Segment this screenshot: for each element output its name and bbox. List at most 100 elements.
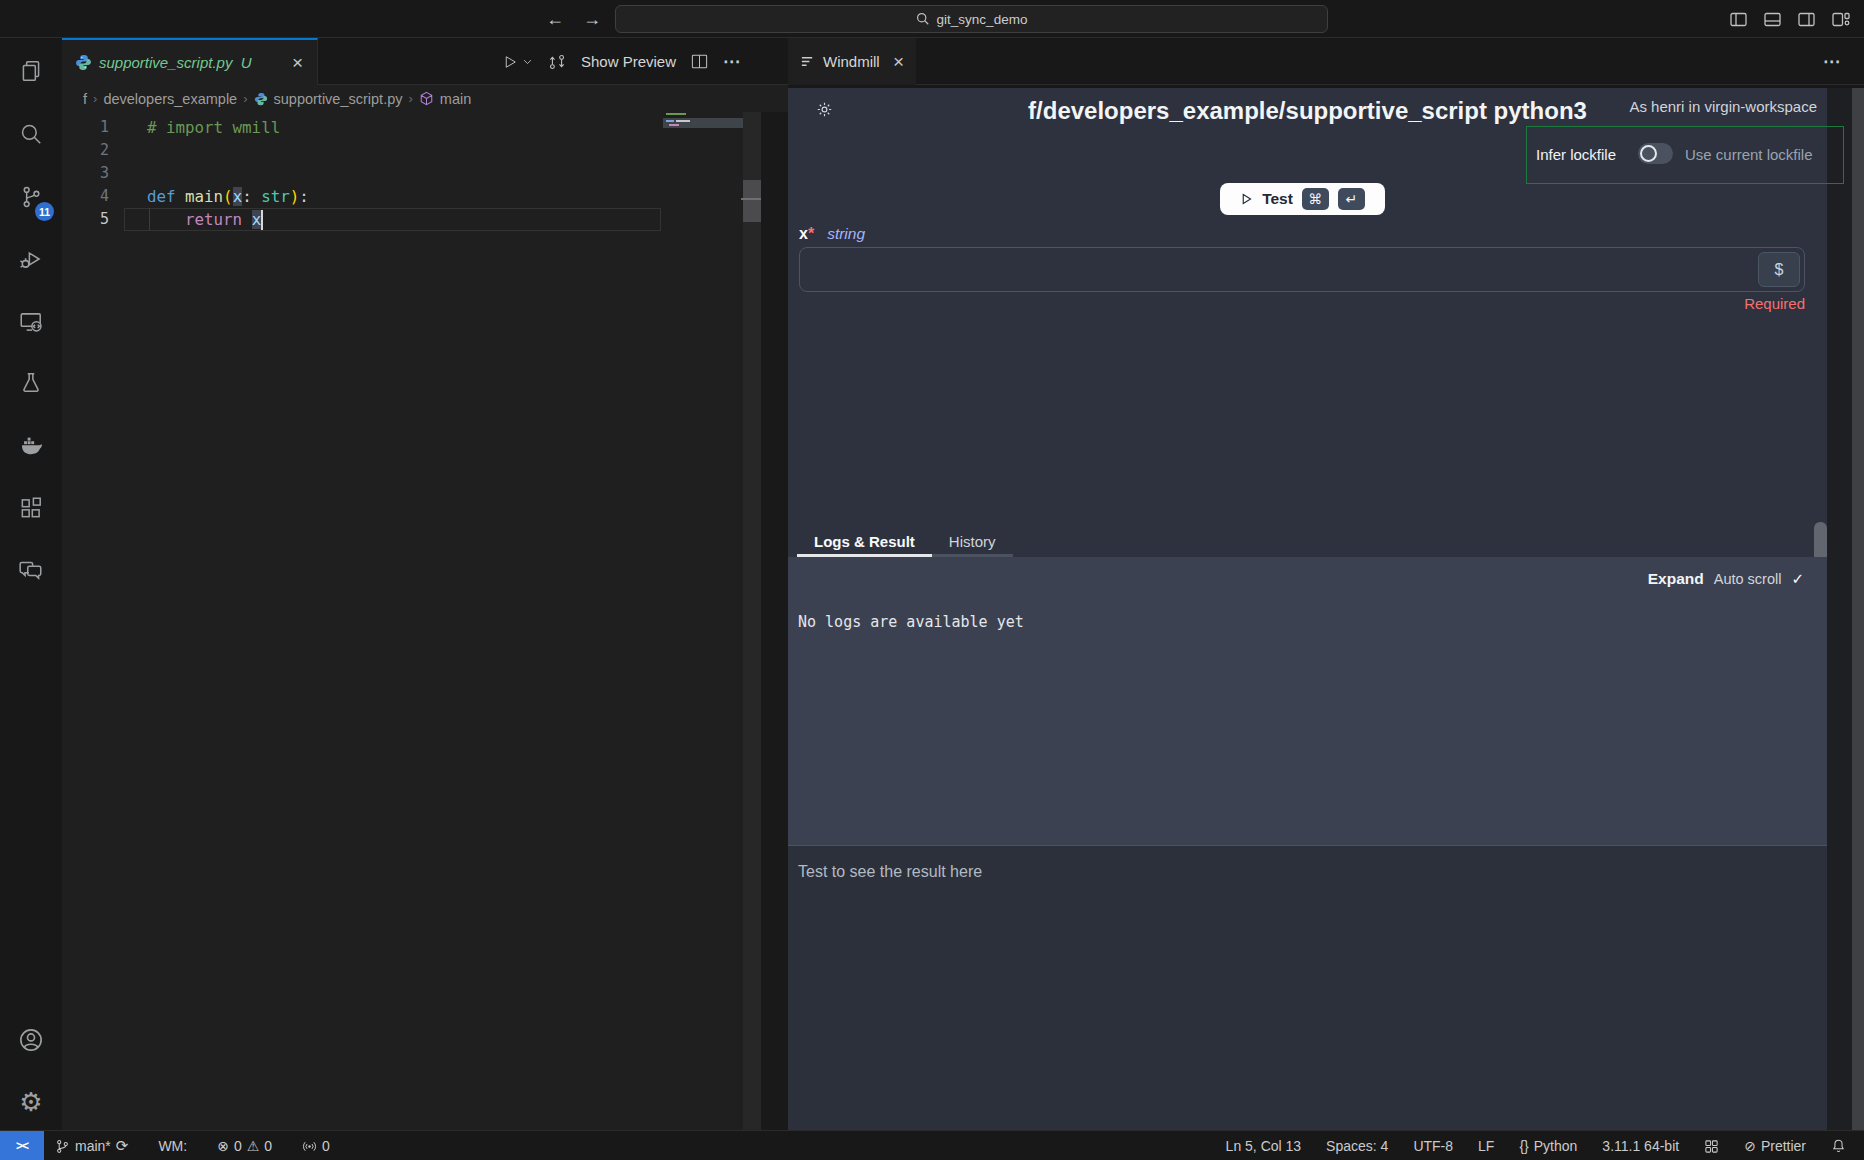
- breadcrumb-symbol[interactable]: main: [440, 91, 471, 107]
- wm-item[interactable]: WM:: [158, 1138, 187, 1154]
- run-python-button[interactable]: [501, 53, 533, 71]
- tab-close-icon[interactable]: ×: [893, 52, 904, 71]
- toggle-secondary-sidebar-icon[interactable]: [1798, 12, 1815, 27]
- line-number: 1: [62, 116, 109, 139]
- show-preview-button[interactable]: Show Preview: [581, 53, 676, 70]
- toggle-knob: [1640, 145, 1657, 162]
- nav-forward-button[interactable]: →: [583, 0, 601, 38]
- language-item[interactable]: {}Python: [1519, 1138, 1577, 1154]
- python-version-item[interactable]: 3.11.1 64-bit: [1602, 1138, 1679, 1154]
- chevron-down-icon: [522, 56, 533, 67]
- windmill-webview: f/developers_example/supportive_script p…: [788, 88, 1864, 1130]
- tab-filename: supportive_script.py: [99, 54, 232, 71]
- run-debug-icon[interactable]: [0, 233, 62, 285]
- broadcast-icon: [302, 1139, 317, 1153]
- tab-bar: supportive_script.py U × Show Preview ⋯: [62, 38, 788, 85]
- search-icon[interactable]: [0, 108, 62, 160]
- editor-scrollbar-slider[interactable]: [743, 180, 761, 222]
- test-button[interactable]: Test ⌘ ↵: [1220, 183, 1385, 215]
- breadcrumb: f › developers_example › supportive_scri…: [62, 85, 788, 112]
- breadcrumb-root[interactable]: f: [83, 91, 87, 107]
- source-control-badge: 11: [35, 202, 54, 221]
- search-icon: [916, 12, 930, 26]
- auto-scroll-label[interactable]: Auto scroll: [1714, 571, 1782, 587]
- docker-icon[interactable]: [0, 420, 62, 472]
- explorer-icon[interactable]: [0, 45, 62, 97]
- problems-item[interactable]: ⊗ 0 ⚠ 0: [217, 1138, 272, 1154]
- enter-key-icon: ↵: [1338, 188, 1365, 210]
- testing-icon[interactable]: [0, 357, 62, 409]
- open-changes-icon[interactable]: [547, 52, 567, 72]
- insert-variable-button[interactable]: $: [1758, 252, 1800, 287]
- remote-indicator[interactable]: ><: [0, 1131, 44, 1160]
- tab-supportive-script[interactable]: supportive_script.py U ×: [62, 38, 318, 85]
- editor-group-code: supportive_script.py U × Show Preview ⋯ …: [62, 38, 788, 1130]
- comments-icon[interactable]: [0, 544, 62, 596]
- cmd-key-icon: ⌘: [1302, 188, 1329, 210]
- split-editor-icon[interactable]: [690, 52, 709, 71]
- lockfile-options-box: Infer lockfile Use current lockfile: [1526, 126, 1844, 184]
- eol-item[interactable]: LF: [1478, 1138, 1494, 1154]
- no-logs-message: No logs are available yet: [798, 613, 1024, 631]
- code-editor[interactable]: 1 # import wmill 2 3 4 def main(x: str):…: [62, 112, 788, 1130]
- webview-scrollbar[interactable]: [1852, 88, 1864, 1130]
- command-center-search[interactable]: git_sync_demo: [615, 5, 1328, 33]
- required-message: Required: [799, 295, 1805, 312]
- activity-bar: 11 ⚙: [0, 38, 62, 1130]
- nav-back-button[interactable]: ←: [546, 0, 564, 38]
- title-bar: ← → git_sync_demo: [0, 0, 1864, 38]
- error-icon: ⊗: [217, 1138, 229, 1154]
- encoding-item[interactable]: UTF-8: [1413, 1138, 1453, 1154]
- prettier-item[interactable]: ⊘Prettier: [1744, 1138, 1806, 1154]
- field-type: string: [827, 225, 865, 243]
- tab-history[interactable]: History: [932, 528, 1013, 557]
- windmill-icon: [800, 54, 815, 69]
- account-icon[interactable]: [0, 1014, 62, 1066]
- toggle-sidebar-icon[interactable]: [1730, 12, 1747, 27]
- breadcrumb-folder[interactable]: developers_example: [103, 91, 237, 107]
- tab-windmill[interactable]: Windmill ×: [788, 38, 916, 85]
- run-as-user-label: As henri in virgin-workspace: [1629, 98, 1817, 115]
- remote-explorer-icon[interactable]: [0, 296, 62, 348]
- tab-close-icon[interactable]: ×: [292, 53, 303, 72]
- run-icon: [501, 53, 519, 71]
- check-icon[interactable]: ✓: [1791, 570, 1804, 588]
- branch-icon: [55, 1139, 70, 1154]
- tab-logs-result[interactable]: Logs & Result: [797, 528, 932, 557]
- breadcrumb-separator: ›: [93, 91, 97, 106]
- breadcrumb-file[interactable]: supportive_script.py: [274, 91, 403, 107]
- prettier-icon: ⊘: [1744, 1138, 1756, 1154]
- source-control-icon[interactable]: 11: [0, 171, 62, 223]
- status-bar: >< main* ⟳ WM: ⊗ 0 ⚠ 0 0 Ln 5, Col 13 Sp…: [0, 1130, 1864, 1160]
- indentation-item[interactable]: Spaces: 4: [1326, 1138, 1388, 1154]
- python-icon: [75, 54, 92, 71]
- editor-scrollbar[interactable]: [743, 112, 761, 1130]
- editor-group-windmill: Windmill × ⋯ f/developers_example/suppor…: [788, 38, 1864, 1130]
- field-x-input[interactable]: $: [799, 247, 1805, 292]
- bell-icon[interactable]: [1831, 1138, 1846, 1154]
- result-tabs: Logs & Result History: [797, 528, 1013, 557]
- git-branch-item[interactable]: main* ⟳: [55, 1137, 128, 1155]
- search-value: git_sync_demo: [937, 12, 1028, 27]
- settings-gear-icon[interactable]: ⚙: [0, 1076, 62, 1128]
- use-current-lockfile-label: Use current lockfile: [1685, 146, 1813, 163]
- tab-title: Windmill: [823, 53, 880, 70]
- required-star: *: [808, 225, 814, 242]
- lockfile-toggle[interactable]: [1638, 143, 1673, 164]
- minimap[interactable]: [663, 112, 743, 1130]
- editor-more-actions-icon[interactable]: ⋯: [1823, 51, 1842, 72]
- code-line-1: # import wmill: [147, 118, 280, 137]
- schema-field-row: x* string: [799, 225, 865, 245]
- ports-item[interactable]: 0: [302, 1138, 330, 1154]
- grid-icon[interactable]: [1704, 1139, 1719, 1154]
- tab-bar: Windmill × ⋯: [788, 38, 1864, 85]
- field-name: x: [799, 225, 808, 242]
- customize-layout-icon[interactable]: [1832, 12, 1850, 27]
- extensions-icon[interactable]: [0, 482, 62, 534]
- play-icon: [1240, 192, 1253, 206]
- toggle-panel-icon[interactable]: [1764, 12, 1781, 27]
- symbol-method-icon: [419, 91, 434, 106]
- editor-more-actions-icon[interactable]: ⋯: [723, 51, 742, 72]
- cursor-position-item[interactable]: Ln 5, Col 13: [1226, 1138, 1302, 1154]
- expand-button[interactable]: Expand: [1648, 570, 1704, 588]
